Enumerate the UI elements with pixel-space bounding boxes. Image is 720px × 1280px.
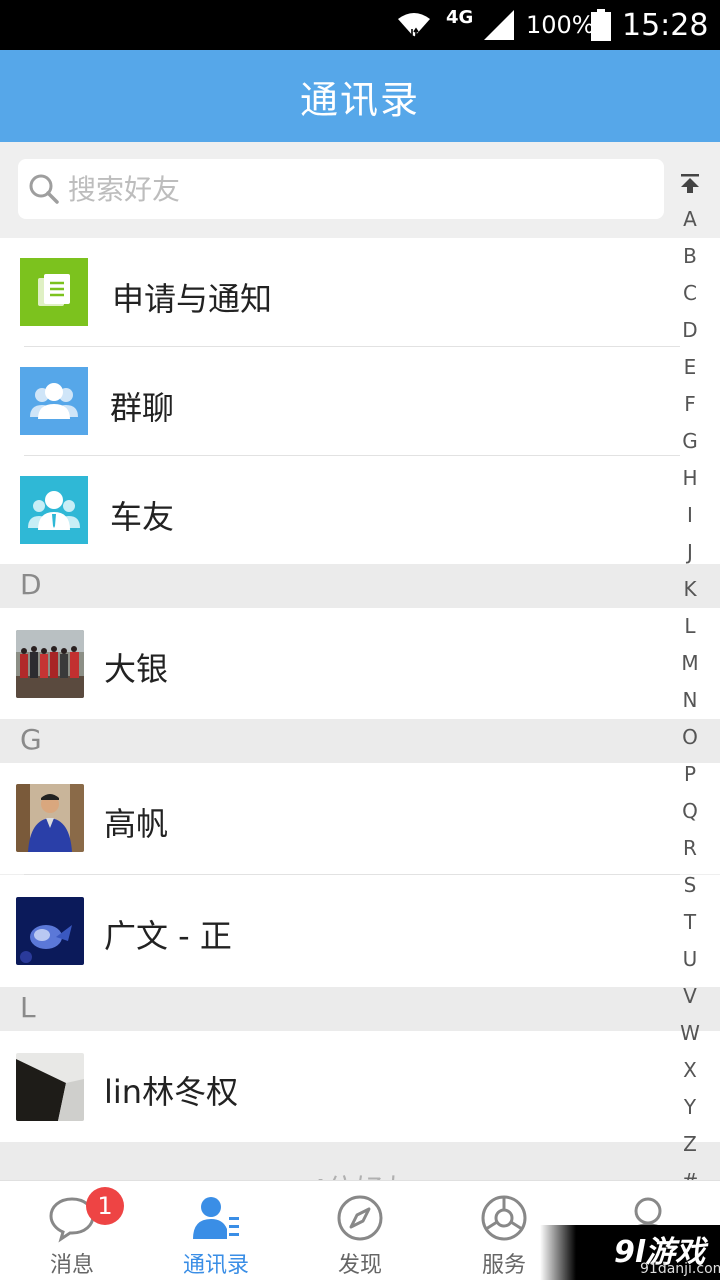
list-item-label: 群聊 — [110, 389, 175, 427]
section-header-l: L — [0, 987, 720, 1031]
contact-avatar — [16, 897, 84, 965]
service-icon — [481, 1195, 527, 1241]
index-letter[interactable]: N — [672, 682, 708, 719]
contact-avatar — [16, 1053, 84, 1121]
page-title: 通讯录 — [299, 77, 420, 122]
group-chat-icon — [20, 367, 88, 435]
section-header-g: G — [0, 719, 720, 763]
list-item-label: 申请与通知 — [112, 280, 273, 318]
clock: 15:28 — [622, 7, 709, 43]
contact-avatar — [16, 784, 84, 852]
section-letter: G — [20, 723, 42, 756]
compass-icon — [337, 1195, 383, 1241]
search-area — [0, 142, 720, 238]
car-friends-icon — [20, 476, 88, 544]
index-letter[interactable]: C — [672, 275, 708, 312]
tab-discover[interactable]: 发现 — [288, 1181, 432, 1280]
watermark-url: 91danji.com — [640, 1261, 720, 1277]
signal-icon — [482, 0, 516, 50]
index-letter[interactable]: U — [672, 941, 708, 978]
index-letter[interactable]: B — [672, 238, 708, 275]
tab-label: 通讯录 — [182, 1253, 249, 1278]
contact-name: lin林冬权 — [104, 1073, 239, 1111]
index-letter[interactable]: H — [672, 460, 708, 497]
section-letter: L — [20, 991, 36, 1024]
index-letter[interactable]: G — [672, 423, 708, 460]
battery-percent: 100% — [526, 11, 595, 39]
index-letter[interactable]: E — [672, 349, 708, 386]
contact-avatar — [16, 630, 84, 698]
index-letter[interactable]: M — [672, 645, 708, 682]
contact-name: 广文 - 正 — [104, 917, 232, 955]
index-letter[interactable]: S — [672, 867, 708, 904]
index-letter[interactable]: I — [672, 497, 708, 534]
section-letter: D — [20, 568, 42, 601]
index-letter[interactable]: Y — [672, 1089, 708, 1126]
index-letter[interactable]: A — [672, 201, 708, 238]
friend-count-footer: 4位好友 — [0, 1142, 720, 1182]
list-item-label: 车友 — [110, 498, 175, 536]
scroll-top-icon[interactable] — [672, 165, 708, 201]
section-header-d: D — [0, 564, 720, 608]
battery-icon — [590, 0, 612, 50]
index-letter[interactable]: D — [672, 312, 708, 349]
contact-row[interactable]: 广文 - 正 — [0, 875, 720, 987]
index-letter[interactable]: J — [672, 534, 708, 571]
app-header: 通讯录 — [0, 50, 720, 142]
index-letter[interactable]: P — [672, 756, 708, 793]
index-letter[interactable]: T — [672, 904, 708, 941]
contact-row[interactable]: lin林冬权 — [0, 1031, 720, 1142]
tab-label: 发现 — [337, 1253, 382, 1278]
list-item-group-chat[interactable]: 群聊 — [0, 347, 720, 456]
search-icon — [29, 174, 59, 204]
list-item-notifications[interactable]: 申请与通知 — [0, 238, 720, 347]
list-item-car-friends[interactable]: 车友 — [0, 456, 720, 564]
site-watermark: 9l游戏 91danji.com — [540, 1225, 720, 1280]
wifi-icon — [396, 0, 432, 50]
index-letter[interactable]: K — [672, 571, 708, 608]
index-letter[interactable]: O — [672, 719, 708, 756]
index-letter[interactable]: R — [672, 830, 708, 867]
contact-name: 大银 — [104, 650, 169, 688]
contact-row[interactable]: 大银 — [0, 608, 720, 719]
index-letter[interactable]: Q — [672, 793, 708, 830]
unread-badge: 1 — [86, 1187, 124, 1225]
index-letter[interactable]: F — [672, 386, 708, 423]
notice-icon — [20, 258, 88, 326]
contact-name: 高帆 — [104, 805, 169, 843]
index-letter[interactable]: Z — [672, 1126, 708, 1163]
contact-row[interactable]: 高帆 — [0, 763, 720, 874]
index-letter[interactable]: W — [672, 1015, 708, 1052]
network-type: 4G — [446, 6, 474, 28]
index-letter[interactable]: V — [672, 978, 708, 1015]
contacts-icon — [193, 1197, 239, 1239]
tab-contacts[interactable]: 通讯录 — [144, 1181, 288, 1280]
index-letter[interactable]: X — [672, 1052, 708, 1089]
tab-messages[interactable]: 1 消息 — [0, 1181, 144, 1280]
tab-label: 消息 — [49, 1253, 94, 1278]
index-letter[interactable]: L — [672, 608, 708, 645]
alphabet-index-bar[interactable]: A B C D E F G H I J K L M N O P Q R S T … — [672, 165, 708, 1200]
search-box[interactable] — [18, 159, 664, 219]
status-bar: 4G 100% 15:28 — [0, 0, 720, 50]
search-input[interactable] — [68, 172, 628, 206]
